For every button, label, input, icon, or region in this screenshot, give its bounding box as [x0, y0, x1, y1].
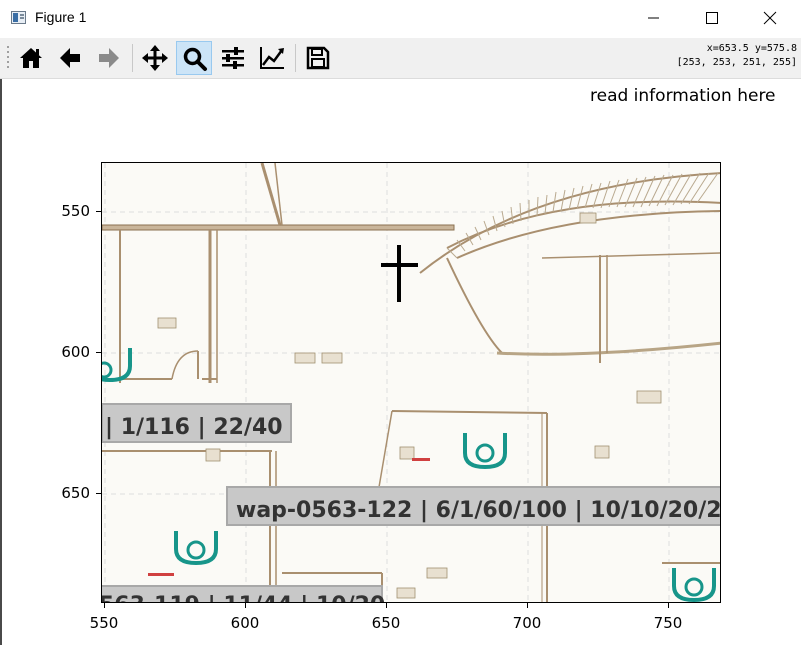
ap-label: wap-0563-122 | 6/1/60/100 | 10/10/20/2	[236, 498, 721, 523]
coordinate-readout: x=653.5 y=575.8 [253, 253, 251, 255]	[676, 43, 797, 68]
navigation-toolbar: x=653.5 y=575.8 [253, 253, 251, 255]	[0, 38, 801, 79]
y-tick-label: 600	[61, 343, 90, 361]
figure-app-icon	[11, 11, 26, 24]
home-icon	[20, 48, 42, 68]
ap-label: | 1/116 | 22/40	[105, 415, 283, 440]
toolbar-grip	[7, 46, 9, 68]
x-tick	[527, 603, 528, 608]
close-button[interactable]	[747, 0, 793, 36]
back-button[interactable]	[52, 41, 88, 75]
x-tick	[104, 603, 105, 608]
toolbar-separator	[295, 44, 296, 72]
pan-button[interactable]	[137, 41, 173, 75]
y-tick-label: 650	[61, 484, 90, 502]
floor-plan-image: | 1/116 | 22/40 wap-0563-122 | 6/1/60/10…	[102, 163, 721, 603]
maximize-button[interactable]	[689, 0, 735, 36]
figure-annotation-text: read information here	[590, 86, 776, 106]
zoom-button[interactable]	[176, 41, 212, 75]
subplots-button[interactable]	[215, 41, 251, 75]
save-button[interactable]	[300, 41, 336, 75]
floppy-icon	[306, 46, 330, 70]
x-tick-label: 600	[230, 614, 260, 632]
maximize-icon	[706, 12, 718, 24]
y-tick-label: 550	[61, 202, 90, 220]
arrow-right-icon	[99, 48, 119, 68]
magnifier-icon	[183, 47, 207, 71]
move-icon	[142, 45, 168, 71]
ap-label: 563-119 | 11/44 | 10/20	[102, 593, 385, 603]
x-tick-label: 700	[512, 614, 542, 632]
close-icon	[763, 11, 777, 25]
x-tick-label: 650	[371, 614, 401, 632]
chart-line-icon	[260, 47, 284, 69]
home-button[interactable]	[13, 41, 49, 75]
x-tick-label: 550	[89, 614, 119, 632]
customize-button[interactable]	[254, 41, 290, 75]
window-left-edge	[0, 79, 2, 645]
forward-button[interactable]	[91, 41, 127, 75]
x-tick	[386, 603, 387, 608]
minimize-button[interactable]	[631, 0, 677, 36]
window-title: Figure 1	[35, 9, 87, 25]
plot-axes[interactable]: | 1/116 | 22/40 wap-0563-122 | 6/1/60/10…	[101, 162, 721, 603]
x-tick	[245, 603, 246, 608]
window-titlebar: Figure 1	[0, 0, 801, 38]
sliders-icon	[222, 47, 244, 69]
x-tick-label: 750	[653, 614, 683, 632]
arrow-left-icon	[60, 48, 80, 68]
toolbar-separator	[132, 44, 133, 72]
x-tick	[668, 603, 669, 608]
minimize-icon	[648, 17, 659, 19]
access-point-icons	[102, 348, 716, 602]
